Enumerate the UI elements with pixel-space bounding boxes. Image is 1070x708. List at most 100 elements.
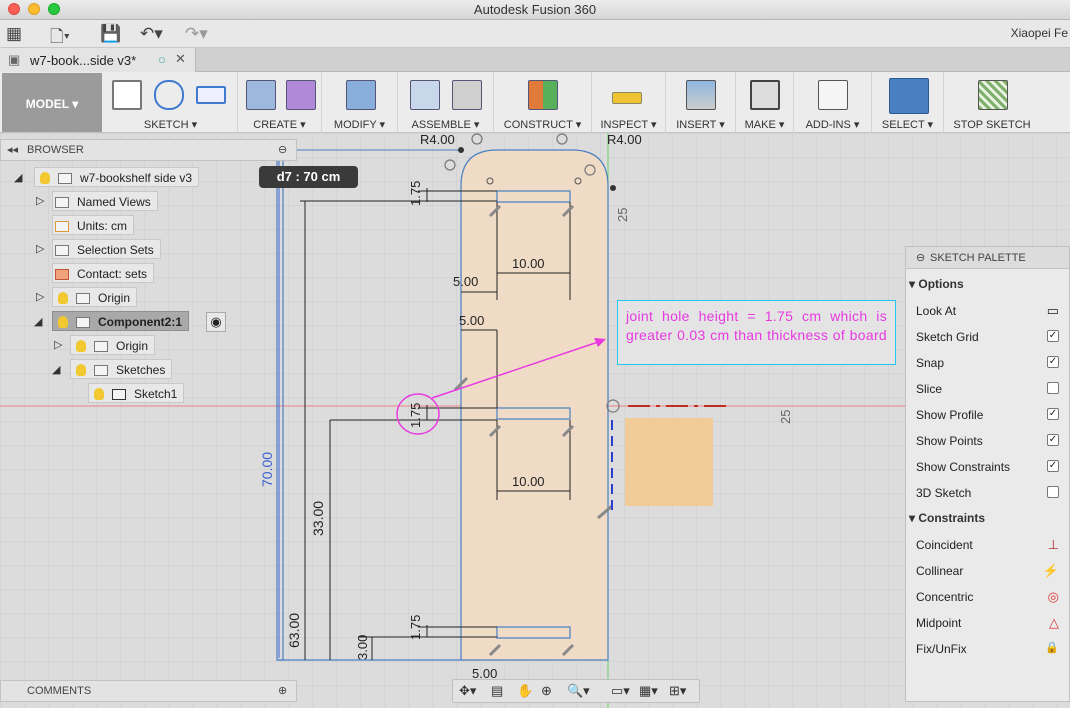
create-sketch-icon[interactable] [112, 80, 142, 110]
3d-sketch-checkbox[interactable] [1047, 486, 1059, 498]
constraint-fix-unfix[interactable]: Fix/UnFix 🔒 [916, 642, 1061, 656]
browser-item-units[interactable]: Units: cm [52, 215, 135, 235]
comments-panel-header[interactable]: COMMENTS ⊕ [0, 680, 297, 702]
board-profile[interactable] [460, 149, 609, 661]
select-group[interactable]: SELECT ▾ [872, 72, 944, 133]
expand-selection-sets-icon[interactable]: ▷ [36, 242, 44, 255]
visibility-bulb-icon[interactable] [76, 364, 86, 376]
expand-origin-icon[interactable]: ▷ [36, 290, 44, 303]
hole-height-label-top[interactable]: 1.75 [408, 181, 423, 206]
browser-options-icon[interactable]: ⊖ [278, 143, 287, 156]
press-pull-icon[interactable] [346, 80, 376, 110]
corner-point-right[interactable] [610, 185, 616, 191]
option-slice[interactable]: Slice [916, 382, 1061, 396]
bottom-hole-position-label[interactable]: 3.00 [355, 635, 370, 660]
viewports-icon[interactable]: ⊞▾ [669, 683, 686, 699]
offset-label-middle[interactable]: 5.00 [459, 313, 484, 328]
fit-icon[interactable]: 🔍▾ [567, 683, 590, 699]
visibility-bulb-icon[interactable] [76, 340, 86, 352]
joint-icon[interactable] [452, 80, 482, 110]
add-comment-icon[interactable]: ⊕ [278, 684, 287, 697]
show-points-checkbox[interactable]: ✓ [1047, 434, 1059, 446]
options-section[interactable]: ▾ Options [909, 277, 964, 291]
visibility-bulb-icon[interactable] [40, 172, 50, 184]
create-group[interactable]: CREATE ▾ [238, 72, 322, 133]
new-component-icon[interactable] [410, 80, 440, 110]
constraint-midpoint[interactable]: Midpoint △ [916, 615, 1061, 631]
width-label-top[interactable]: 10.00 [512, 256, 545, 271]
option-snap[interactable]: Snap ✓ [916, 356, 1061, 370]
browser-item-root[interactable]: w7-bookshelf side v3 [34, 167, 200, 187]
construct-group[interactable]: CONSTRUCT ▾ [494, 72, 592, 133]
look-at-nav-icon[interactable]: ▤ [491, 683, 503, 699]
option-show-points[interactable]: Show Points ✓ [916, 434, 1061, 448]
rectangle-icon[interactable] [196, 86, 226, 104]
scripts-icon[interactable] [818, 80, 848, 110]
insert-group[interactable]: INSERT ▾ [666, 72, 736, 133]
form-icon[interactable] [286, 80, 316, 110]
option-3d-sketch[interactable]: 3D Sketch [916, 486, 1061, 500]
hole-height-label-middle[interactable]: 1.75 [408, 403, 423, 428]
total-height-label[interactable]: 70.00 [259, 452, 275, 487]
palette-collapse-icon[interactable]: ⊖ [916, 251, 925, 264]
expand-named-views-icon[interactable]: ▷ [36, 194, 44, 207]
slice-checkbox[interactable] [1047, 382, 1059, 394]
width-label-middle[interactable]: 10.00 [512, 474, 545, 489]
sketch-grid-checkbox[interactable]: ✓ [1047, 330, 1059, 342]
assemble-group[interactable]: ASSEMBLE ▾ [398, 72, 494, 133]
snap-checkbox[interactable]: ✓ [1047, 356, 1059, 368]
stop-sketch-group[interactable]: STOP SKETCH [944, 72, 1040, 133]
redo-icon[interactable]: ↷▾ [185, 24, 208, 44]
sketch-palette-header[interactable]: ⊖ SKETCH PALETTE [906, 247, 1069, 269]
display-settings-icon[interactable]: ▭▾ [611, 683, 630, 699]
side-label-top[interactable]: 25 [615, 208, 630, 222]
document-tab[interactable]: ▣ w7-book...side v3* ○ ✕ [0, 48, 196, 72]
corner-point-left[interactable] [458, 147, 464, 153]
add-ins-group[interactable]: ADD-INS ▾ [794, 72, 872, 133]
option-show-constraints[interactable]: Show Constraints ✓ [916, 460, 1061, 474]
visibility-bulb-icon[interactable] [94, 388, 104, 400]
option-sketch-grid[interactable]: Sketch Grid ✓ [916, 330, 1061, 344]
user-name[interactable]: Xiaopei Fe [1011, 26, 1068, 40]
3d-print-icon[interactable] [750, 80, 780, 110]
make-group[interactable]: MAKE ▾ [736, 72, 794, 133]
constraint-collinear[interactable]: Collinear ⚡ [916, 563, 1061, 578]
browser-item-component-origin[interactable]: Origin [70, 335, 156, 355]
browser-item-contact-sets[interactable]: Contact: sets [52, 263, 155, 283]
concentric-icon[interactable]: ◎ [1048, 589, 1059, 605]
browser-item-sketch1[interactable]: Sketch1 [88, 383, 185, 403]
line-icon[interactable] [154, 80, 184, 110]
sketch-group[interactable]: SKETCH ▾ [104, 72, 238, 133]
orbit-icon[interactable]: ✥▾ [459, 683, 476, 699]
show-profile-checkbox[interactable]: ✓ [1047, 408, 1059, 420]
expand-component-origin-icon[interactable]: ▷ [54, 338, 62, 351]
measure-icon[interactable] [612, 92, 642, 104]
side-label-right[interactable]: 25 [778, 410, 793, 424]
offset-plane-icon[interactable] [528, 80, 558, 110]
expand-sketches-icon[interactable]: ◢ [52, 363, 60, 376]
close-tab-icon[interactable]: ✕ [175, 51, 186, 67]
zoom-window-icon[interactable]: ⊕ [541, 683, 552, 699]
grid-settings-icon[interactable]: ▦▾ [639, 683, 658, 699]
radius-right-label[interactable]: R4.00 [607, 133, 642, 147]
middle-hole-position-label[interactable]: 33.00 [310, 501, 326, 536]
constraints-toggle-icon[interactable]: ▾ [909, 511, 918, 525]
constraint-concentric[interactable]: Concentric ◎ [916, 589, 1061, 605]
options-toggle-icon[interactable]: ▾ [909, 277, 918, 291]
visibility-bulb-icon[interactable] [58, 316, 68, 328]
select-icon[interactable] [889, 78, 929, 114]
offset-label-top[interactable]: 5.00 [453, 274, 478, 289]
constraints-section[interactable]: ▾ Constraints [909, 511, 985, 525]
expand-component-icon[interactable]: ◢ [34, 315, 42, 328]
browser-item-component[interactable]: Component2:1 [52, 311, 189, 331]
extrude-icon[interactable] [246, 80, 276, 110]
top-hole-position-label[interactable]: 63.00 [286, 613, 302, 648]
constraint-coincident[interactable]: Coincident ⊥ [916, 537, 1061, 553]
option-show-profile[interactable]: Show Profile ✓ [916, 408, 1061, 422]
insert-image-icon[interactable] [686, 80, 716, 110]
coincident-icon[interactable]: ⊥ [1048, 537, 1059, 553]
grid-menu-icon[interactable]: ▦ [6, 24, 22, 44]
undo-icon[interactable]: ↶▾ [140, 24, 163, 44]
hole-height-label-bottom[interactable]: 1.75 [408, 615, 423, 640]
midpoint-icon[interactable]: △ [1049, 615, 1059, 631]
